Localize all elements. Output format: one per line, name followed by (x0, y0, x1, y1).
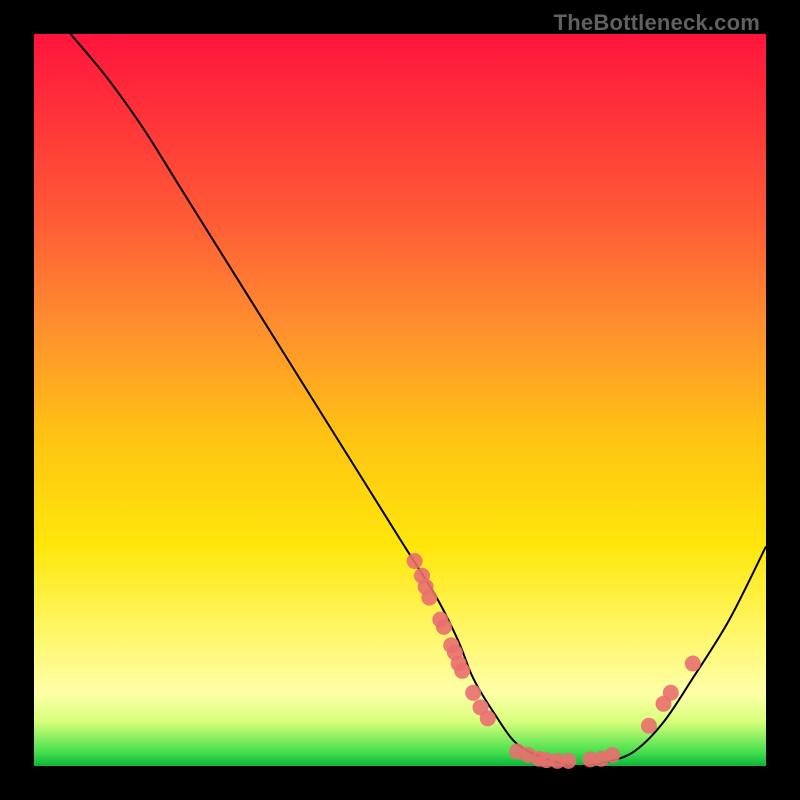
plot-area (34, 34, 766, 766)
marker-left-cluster-5 (436, 619, 452, 635)
marker-left-cluster-3 (421, 590, 437, 606)
marker-valley-center-4 (560, 753, 576, 769)
marker-left-cluster-9 (454, 663, 470, 679)
marker-right-rise-1 (641, 718, 657, 734)
watermark-label: TheBottleneck.com (554, 10, 760, 36)
marker-mid-1 (465, 685, 481, 701)
marker-right-rise-3 (663, 685, 679, 701)
marker-right-rise-4 (685, 656, 701, 672)
marker-left-cluster-top (407, 553, 423, 569)
chart-frame: TheBottleneck.com (0, 0, 800, 800)
marker-mid-3 (480, 710, 496, 726)
bottleneck-curve (71, 34, 766, 766)
marker-valley-right-3 (604, 747, 620, 763)
data-markers (407, 553, 701, 769)
chart-svg (34, 34, 766, 766)
